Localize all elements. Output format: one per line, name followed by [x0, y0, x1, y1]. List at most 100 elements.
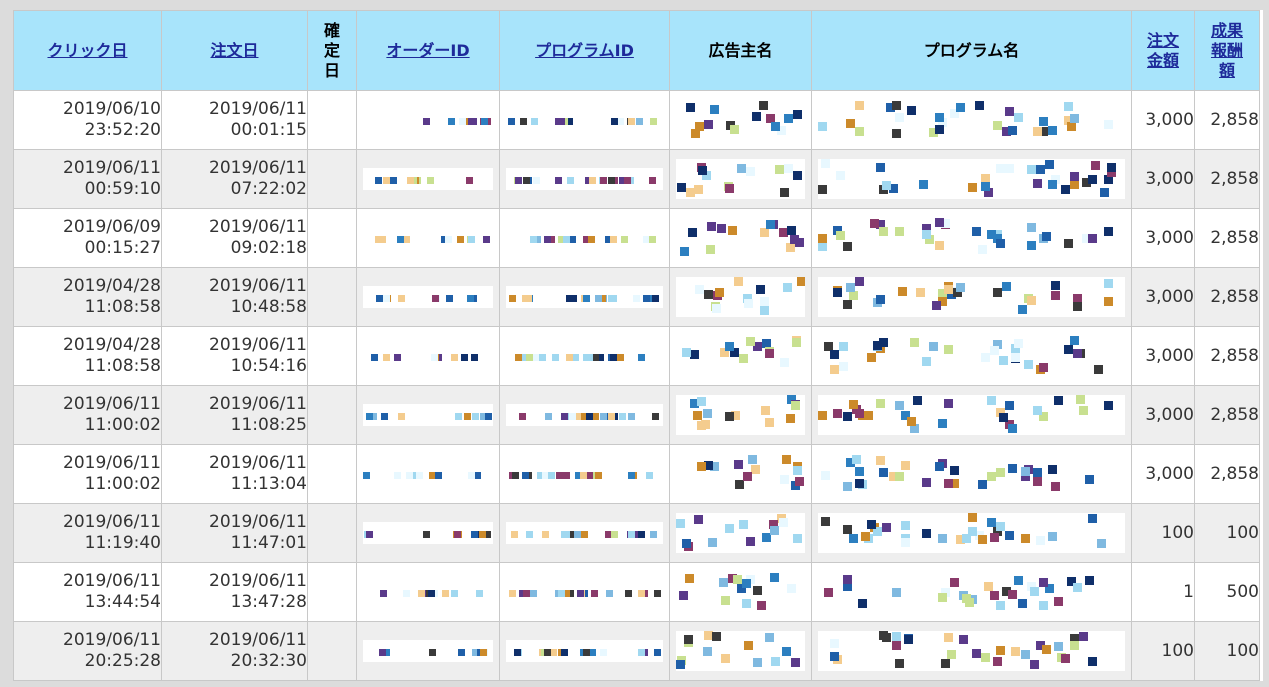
- sort-order-amount-link[interactable]: 注文 金額: [1147, 31, 1179, 71]
- redaction-pixel: [781, 647, 791, 656]
- sort-reward-link[interactable]: 成果 報酬 額: [1211, 21, 1243, 81]
- redaction-pixel: [818, 242, 827, 251]
- redaction-pixel: [996, 522, 1006, 531]
- redaction-pixel: [870, 219, 880, 228]
- redaction-pixel: [642, 295, 650, 302]
- redaction-pixel: [950, 466, 959, 475]
- redaction-pixel: [1063, 102, 1073, 111]
- redaction-pixel: [900, 521, 910, 530]
- click-datetime-cell: 2019/04/28 11:08:58: [13, 326, 162, 386]
- redaction-pixel: [854, 467, 864, 476]
- redaction-pixel: [986, 396, 996, 405]
- redaction-pixel: [600, 649, 608, 656]
- redaction-pixel: [894, 659, 904, 668]
- program-id-cell: [499, 326, 670, 386]
- redaction-pixel: [1088, 657, 1098, 666]
- redaction-pixel: [520, 118, 528, 125]
- redaction-pixel: [678, 591, 688, 600]
- redaction-pixel: [526, 531, 534, 538]
- redaction-pixel: [557, 590, 565, 597]
- order-datetime-cell-time: 11:08:25: [230, 415, 307, 435]
- redaction-pixel: [943, 633, 953, 642]
- click-datetime-cell: 2019/06/11 20:25:28: [13, 621, 162, 681]
- redaction-pixel: [637, 649, 645, 656]
- sort-order-date-link[interactable]: 注文日: [210, 41, 258, 60]
- col-header-order-date[interactable]: 注文日: [161, 10, 308, 91]
- redaction-pixel: [600, 177, 608, 184]
- sort-order-id-link[interactable]: オーダーID: [386, 41, 469, 60]
- order-datetime-cell-date: 2019/06/11: [209, 158, 307, 178]
- redaction-pixel: [398, 413, 406, 420]
- redaction-pixel: [766, 220, 776, 229]
- redaction-pixel: [937, 419, 947, 428]
- program-name-cell: [811, 444, 1132, 504]
- redaction-pixel: [996, 468, 1006, 477]
- redaction-pixel: [1051, 482, 1061, 491]
- redaction-pixel: [873, 341, 883, 350]
- redaction-pixel: [842, 482, 852, 491]
- redacted-content: [818, 395, 1125, 435]
- redaction-pixel: [992, 657, 1002, 666]
- redaction-pixel: [1020, 467, 1030, 476]
- redaction-pixel: [509, 295, 517, 302]
- redaction-pixel: [374, 177, 382, 184]
- redacted-content: [506, 463, 663, 485]
- order-datetime-cell-time: 07:22:02: [230, 179, 307, 199]
- redaction-pixel: [771, 657, 781, 666]
- redaction-pixel: [365, 413, 373, 420]
- redaction-pixel: [882, 181, 892, 190]
- redaction-pixel: [1005, 401, 1015, 410]
- redaction-pixel: [571, 354, 579, 361]
- redaction-pixel: [589, 649, 597, 656]
- redaction-pixel: [759, 306, 769, 315]
- redaction-pixel: [378, 649, 386, 656]
- table-row: 2019/06/11 20:25:28 2019/06/11 20:32:30 100 1…: [13, 621, 1260, 681]
- redaction-pixel: [611, 118, 619, 125]
- redaction-pixel: [717, 224, 727, 233]
- sort-click-date-link[interactable]: クリック日: [47, 41, 127, 60]
- reward-cell: 100: [1194, 621, 1260, 681]
- col-header-reward[interactable]: 成果 報酬 額: [1194, 10, 1260, 91]
- redaction-pixel: [652, 413, 659, 420]
- redacted-content: [818, 336, 1125, 376]
- redaction-pixel: [1039, 578, 1049, 587]
- click-datetime-cell-date: 2019/06/11: [63, 158, 161, 178]
- redaction-pixel: [989, 533, 999, 542]
- redaction-pixel: [608, 295, 616, 302]
- redaction-pixel: [518, 413, 526, 420]
- redaction-pixel: [940, 659, 950, 668]
- redaction-pixel: [545, 413, 553, 420]
- redaction-pixel: [705, 245, 715, 254]
- redaction-pixel: [928, 342, 938, 351]
- redaction-pixel: [842, 575, 852, 584]
- redacted-content: [506, 109, 663, 131]
- redaction-pixel: [833, 409, 843, 418]
- redaction-pixel: [1029, 660, 1039, 669]
- redaction-pixel: [1020, 650, 1030, 659]
- redaction-pixel: [848, 400, 858, 409]
- col-header-program-id[interactable]: プログラムID: [499, 10, 670, 91]
- redaction-pixel: [378, 236, 386, 243]
- redaction-pixel: [468, 472, 476, 479]
- order-amount-cell: 1: [1131, 562, 1195, 622]
- redaction-pixel: [770, 573, 780, 582]
- redaction-pixel: [652, 295, 659, 302]
- col-header-order-amount[interactable]: 注文 金額: [1131, 10, 1195, 91]
- redaction-pixel: [382, 177, 390, 184]
- sort-program-id-link[interactable]: プログラムID: [535, 41, 634, 60]
- redaction-pixel: [734, 277, 744, 286]
- redaction-pixel: [695, 285, 705, 294]
- order-datetime-cell: 2019/06/11 11:08:25: [161, 385, 308, 445]
- redaction-pixel: [1023, 360, 1033, 369]
- redaction-pixel: [434, 472, 442, 479]
- redacted-content: [676, 454, 805, 494]
- col-header-click-date[interactable]: クリック日: [13, 10, 162, 91]
- col-header-order-id[interactable]: オーダーID: [356, 10, 500, 91]
- reward-cell: 2,858: [1194, 149, 1260, 209]
- redaction-pixel: [428, 590, 435, 597]
- redaction-pixel: [692, 411, 702, 420]
- click-datetime-cell-time: 00:59:10: [84, 179, 161, 199]
- redaction-pixel: [755, 285, 765, 294]
- advertiser-label: 広告主名: [708, 40, 773, 60]
- redaction-pixel: [986, 230, 996, 239]
